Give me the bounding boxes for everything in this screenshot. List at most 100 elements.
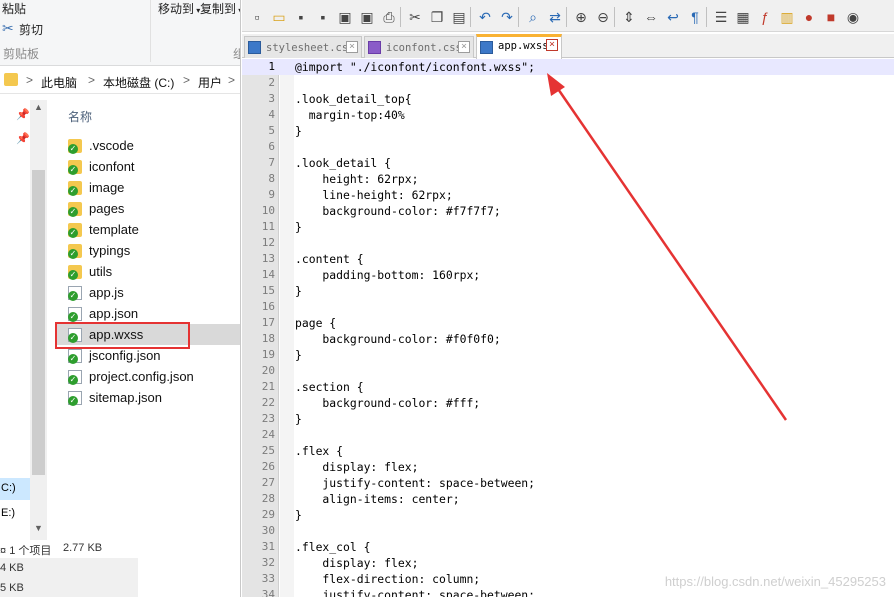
scroll-down-arrow-icon[interactable]: ▼ <box>34 523 43 533</box>
code-line[interactable]: 19} <box>242 347 894 363</box>
code-line[interactable]: 32 display: flex; <box>242 555 894 571</box>
code-line[interactable]: 21 .section { <box>242 379 894 395</box>
code-line[interactable]: 8 height: 62rpx; <box>242 171 894 187</box>
file-list-item[interactable]: ✓ app.wxss <box>55 324 240 345</box>
file-list-item[interactable]: ✓ app.js <box>55 282 240 303</box>
code-editor[interactable]: 1 @import "./iconfont/iconfont.wxss"; 2 3 .l… <box>242 59 894 597</box>
cut-icon[interactable]: ✂ <box>2 20 14 37</box>
file-list-item[interactable]: ✓ project.config.json <box>55 366 240 387</box>
code-line[interactable]: 20 <box>242 363 894 379</box>
redo-icon[interactable]: ↷ <box>498 8 516 26</box>
replace-icon[interactable]: ⇄ <box>546 8 564 26</box>
code-line[interactable]: 7 .look_detail { <box>242 155 894 171</box>
file-list-item[interactable]: ✓ sitemap.json <box>55 387 240 408</box>
cut-button[interactable]: 剪切 <box>19 21 43 38</box>
doc-map-icon[interactable]: ▥ <box>778 8 796 26</box>
indent-guide-icon[interactable]: ☰ <box>712 8 730 26</box>
record-macro-icon[interactable]: ● <box>800 8 818 26</box>
code-line[interactable]: 4 margin-top:40% <box>242 107 894 123</box>
paste-button[interactable]: 粘贴 <box>2 0 26 17</box>
code-line[interactable]: 9 line-height: 62rpx; <box>242 187 894 203</box>
scroll-up-arrow-icon[interactable]: ▲ <box>34 102 43 112</box>
breadcrumb-this-pc[interactable]: 此电脑 <box>41 74 77 91</box>
code-line[interactable]: 18 background-color: #f0f0f0; <box>242 331 894 347</box>
code-line[interactable]: 26 display: flex; <box>242 459 894 475</box>
undo-icon[interactable]: ↶ <box>476 8 494 26</box>
code-line[interactable]: 13 .content { <box>242 251 894 267</box>
cut-icon[interactable]: ✂ <box>406 8 424 26</box>
code-line[interactable]: 30 <box>242 523 894 539</box>
breadcrumb-users[interactable]: 用户 <box>198 74 222 91</box>
move-to-button[interactable]: 移动到 ▾ <box>158 0 200 17</box>
file-list-item[interactable]: ✓ image <box>55 177 240 198</box>
new-file-icon[interactable]: ▫ <box>248 8 266 26</box>
file-list-item[interactable]: ✓ utils <box>55 261 240 282</box>
zoom-in-icon[interactable]: ⊕ <box>572 8 590 26</box>
close-icon[interactable]: ▣ <box>336 8 354 26</box>
code-line[interactable]: 1 @import "./iconfont/iconfont.wxss"; <box>242 59 894 75</box>
code-line[interactable]: 28 align-items: center; <box>242 491 894 507</box>
breadcrumb-local-disk[interactable]: 本地磁盘 (C:) <box>103 74 174 91</box>
file-name: app.wxss <box>89 327 144 342</box>
stop-macro-icon[interactable]: ■ <box>822 8 840 26</box>
file-list-item[interactable]: ✓ pages <box>55 198 240 219</box>
tab-close-icon[interactable]: × <box>546 39 558 51</box>
print-icon[interactable]: ⎙ <box>380 8 398 26</box>
find-icon[interactable]: ⌕ <box>524 8 542 26</box>
code-line[interactable]: 31 .flex_col { <box>242 539 894 555</box>
playback-macro-icon[interactable]: ◉ <box>844 8 862 26</box>
code-line[interactable]: 3 .look_detail_top{ <box>242 91 894 107</box>
code-line[interactable]: 15} <box>242 283 894 299</box>
editor-tab[interactable]: app.wxss × <box>476 34 562 59</box>
file-list-item[interactable]: ✓ typings <box>55 240 240 261</box>
address-bar[interactable]: > 此电脑 > 本地磁盘 (C:) > 用户 > <box>0 68 240 94</box>
line-number: 14 <box>261 268 275 281</box>
scrollbar-thumb[interactable] <box>32 170 45 475</box>
file-list-item[interactable]: ✓ jsconfig.json <box>55 345 240 366</box>
code-line[interactable]: 27 justify-content: space-between; <box>242 475 894 491</box>
show-all-chars-icon[interactable]: ¶ <box>686 8 704 26</box>
nav-item-drive-e[interactable]: E:) <box>0 503 30 525</box>
editor-tab[interactable]: iconfont.css × <box>364 36 474 58</box>
code-line[interactable]: 16 <box>242 299 894 315</box>
code-line[interactable]: 6 <box>242 139 894 155</box>
column-header-name[interactable]: 名称 <box>68 108 92 125</box>
nav-item-drive-c[interactable]: C:) <box>0 478 30 500</box>
organize-group-label: 组 <box>233 45 240 62</box>
code-line[interactable]: 25 .flex { <box>242 443 894 459</box>
tab-close-icon[interactable]: × <box>346 41 358 53</box>
code-line[interactable]: 23} <box>242 411 894 427</box>
file-list-item[interactable]: ✓ iconfont <box>55 156 240 177</box>
save-all-icon[interactable]: ▪ <box>314 8 332 26</box>
file-list-item[interactable]: ✓ template <box>55 219 240 240</box>
code-line[interactable]: 29} <box>242 507 894 523</box>
word-wrap-icon[interactable]: ↩ <box>664 8 682 26</box>
code-text: .look_detail { <box>295 156 392 170</box>
file-list-item[interactable]: ✓ .vscode <box>55 135 240 156</box>
zoom-out-icon[interactable]: ⊖ <box>594 8 612 26</box>
code-line[interactable]: 5} <box>242 123 894 139</box>
sync-v-icon[interactable]: ⇕ <box>620 8 638 26</box>
paste-icon[interactable]: ▤ <box>450 8 468 26</box>
function-list-icon[interactable]: ƒ <box>756 8 774 26</box>
code-line[interactable]: 22 background-color: #fff; <box>242 395 894 411</box>
code-line[interactable]: 14 padding-bottom: 160rpx; <box>242 267 894 283</box>
code-line[interactable]: 17 page { <box>242 315 894 331</box>
file-name: app.js <box>89 285 124 300</box>
sync-h-icon[interactable]: ⇔ <box>642 8 660 26</box>
open-file-icon[interactable]: ▭ <box>270 8 288 26</box>
copy-to-button[interactable]: 复制到 ▾ <box>200 0 240 17</box>
code-line[interactable]: 24 <box>242 427 894 443</box>
close-all-icon[interactable]: ▣ <box>358 8 376 26</box>
tab-close-icon[interactable]: × <box>458 41 470 53</box>
folder-workspace-icon[interactable]: ▦ <box>734 8 752 26</box>
code-line[interactable]: 10 background-color: #f7f7f7; <box>242 203 894 219</box>
copy-icon[interactable]: ❐ <box>428 8 446 26</box>
file-list-item[interactable]: ✓ app.json <box>55 303 240 324</box>
code-line[interactable]: 11} <box>242 219 894 235</box>
code-text: line-height: 62rpx; <box>295 188 453 202</box>
editor-tab[interactable]: stylesheet.css × <box>244 36 362 58</box>
code-line[interactable]: 2 <box>242 75 894 91</box>
save-icon[interactable]: ▪ <box>292 8 310 26</box>
code-line[interactable]: 12 <box>242 235 894 251</box>
